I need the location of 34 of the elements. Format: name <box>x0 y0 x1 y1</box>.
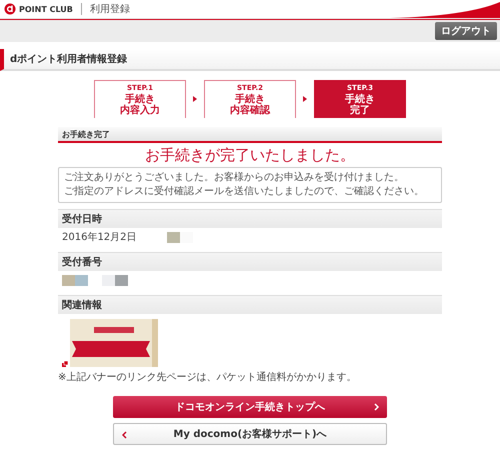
redaction-block <box>166 232 180 242</box>
logout-button[interactable]: ログアウト <box>435 22 497 40</box>
step-label: 内容確認 <box>230 104 270 116</box>
step-label: 手続き <box>345 94 375 104</box>
external-link-icon <box>62 361 68 367</box>
redaction-block <box>102 274 115 286</box>
logo-icon <box>4 3 16 15</box>
redaction-block <box>180 232 193 242</box>
step-label: 完了 <box>350 104 370 116</box>
field-label: 受付番号 <box>62 256 102 269</box>
field-label: 関連情報 <box>62 298 102 312</box>
redaction-block <box>62 274 75 286</box>
message-text: ご注文ありがとうございました。お客様からのお申込みを受け付けました。 <box>64 171 405 185</box>
logo-text: POINT CLUB <box>19 4 73 14</box>
step-label: 手続き <box>235 94 265 104</box>
section-title: お手続き完了 <box>62 128 110 140</box>
step-label: 手続き <box>125 94 155 104</box>
chevron-left-icon <box>122 431 127 439</box>
redaction-block <box>115 274 128 286</box>
step-arrow-icon <box>193 96 197 102</box>
step-label: 内容入力 <box>120 104 160 116</box>
message-text: ご指定のアドレスに受付確認メールを送信いたしましたので、ご確認ください。 <box>64 185 425 199</box>
completion-headline: お手続きが完了いたしました。 <box>144 145 356 166</box>
back-button[interactable]: My docomo(お客様サポート)へ <box>113 423 387 445</box>
step-arrow-icon <box>303 96 307 102</box>
next-button[interactable]: ドコモオンライン手続きトップへ <box>113 396 387 418</box>
section-label: 利用登録 <box>90 2 130 16</box>
banner-image[interactable] <box>70 319 158 367</box>
field-value: 2016年12月2日 <box>62 231 137 244</box>
page-title: dポイント利用者情報登録 <box>10 52 128 66</box>
chevron-right-icon <box>374 403 379 411</box>
banner-note: ※上記バナーのリンク先ページは、パケット通信料がかかります。 <box>58 370 358 384</box>
redaction-block <box>75 274 88 286</box>
field-label: 受付日時 <box>62 212 102 226</box>
